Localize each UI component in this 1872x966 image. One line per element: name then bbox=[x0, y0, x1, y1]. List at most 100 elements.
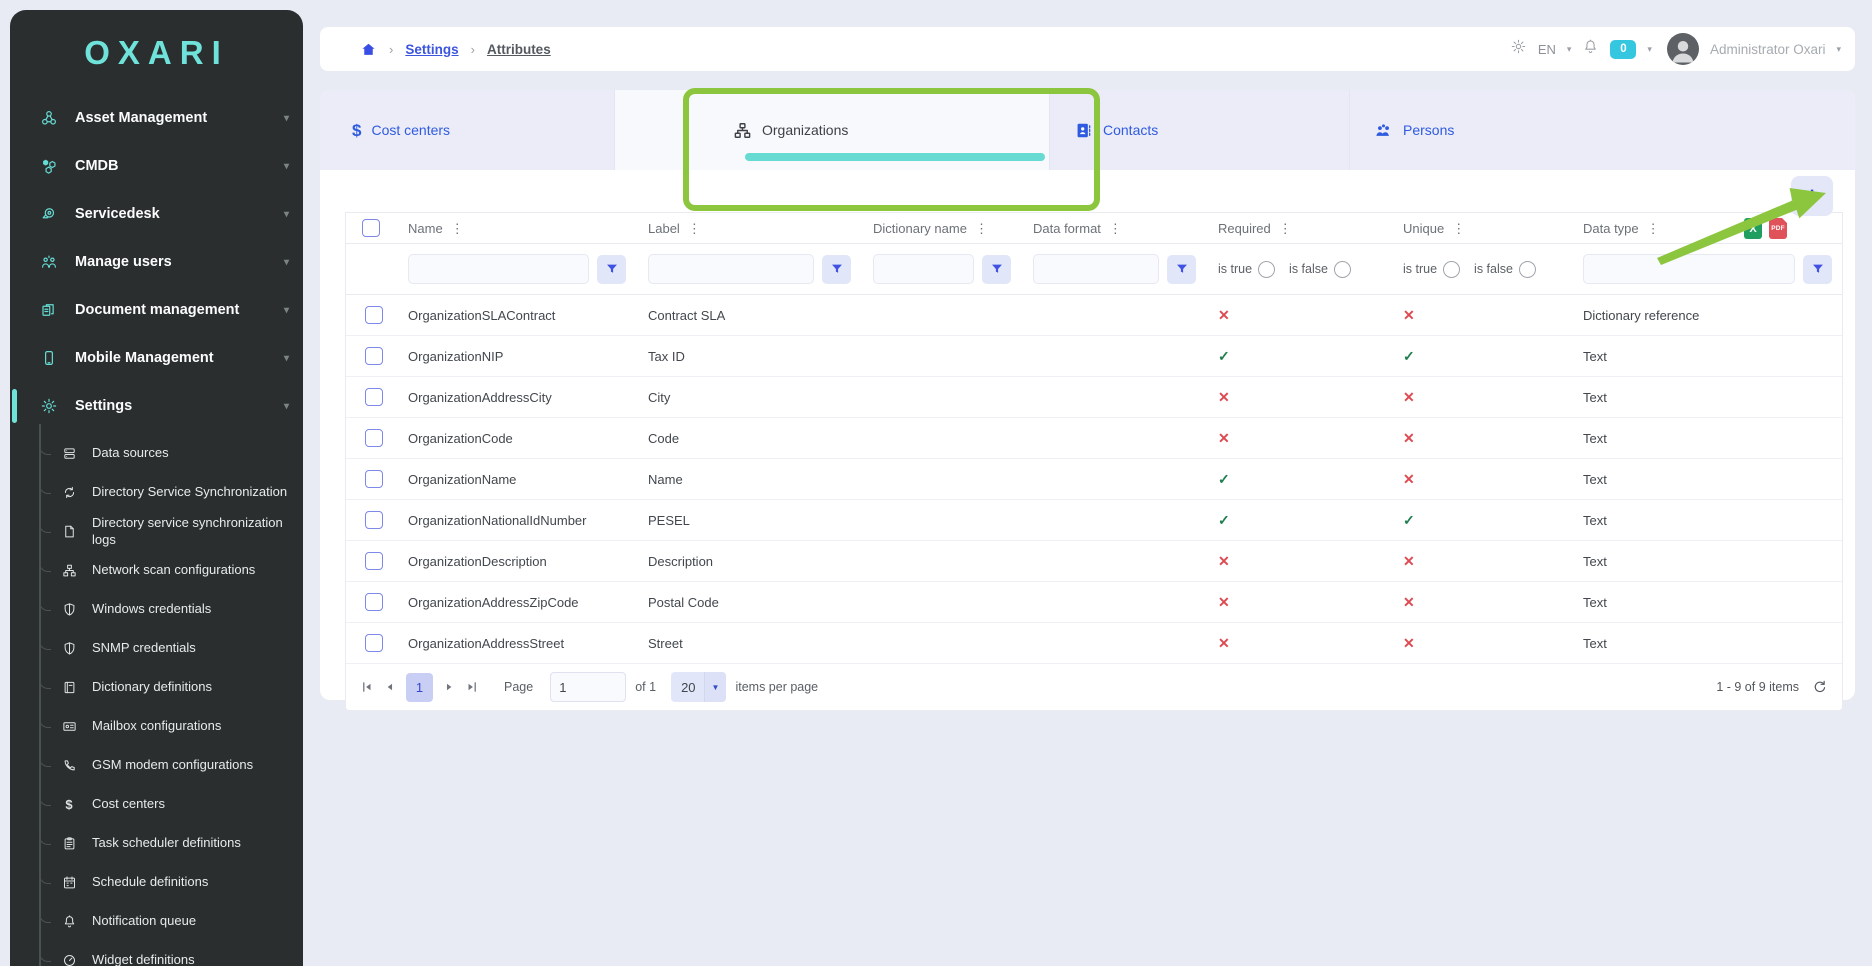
radio-is-true[interactable] bbox=[1443, 261, 1460, 278]
language-selector[interactable]: EN bbox=[1538, 42, 1556, 57]
notifications-bell-icon[interactable] bbox=[1582, 38, 1599, 60]
column-header-data-format[interactable]: Data format ⋮ bbox=[1021, 221, 1206, 236]
avatar[interactable] bbox=[1667, 33, 1699, 65]
column-menu-icon[interactable]: ⋮ bbox=[1647, 222, 1660, 235]
table-row[interactable]: OrganizationName Name ✓ ✕ Text bbox=[346, 459, 1842, 500]
notification-badge: 0 bbox=[1610, 40, 1636, 59]
row-checkbox[interactable] bbox=[365, 634, 383, 652]
chevron-down-icon[interactable]: ▾ bbox=[1836, 44, 1841, 55]
filter-input-name[interactable] bbox=[408, 254, 589, 284]
sidebar-item-snmp-credentials[interactable]: SNMP credentials bbox=[10, 629, 303, 668]
filter-button[interactable] bbox=[1167, 255, 1196, 284]
row-checkbox[interactable] bbox=[365, 470, 383, 488]
next-page-button[interactable] bbox=[442, 680, 456, 694]
row-checkbox[interactable] bbox=[365, 511, 383, 529]
filter-button[interactable] bbox=[982, 255, 1011, 284]
sidebar-item-widget-definitions[interactable]: Widget definitions bbox=[10, 941, 303, 966]
row-checkbox[interactable] bbox=[365, 552, 383, 570]
page-1-button[interactable]: 1 bbox=[406, 673, 433, 702]
radio-is-false[interactable] bbox=[1519, 261, 1536, 278]
breadcrumb-current-attributes[interactable]: Attributes bbox=[487, 42, 551, 57]
column-header-unique[interactable]: Unique ⋮ bbox=[1391, 221, 1571, 236]
table-row[interactable]: OrganizationAddressStreet Street ✕ ✕ Tex… bbox=[346, 623, 1842, 664]
bell-icon bbox=[1582, 38, 1599, 55]
radio-is-false[interactable] bbox=[1334, 261, 1351, 278]
tab-cost-centers[interactable]: $ Cost centers bbox=[320, 90, 615, 170]
sidebar-item-mailbox-configurations[interactable]: Mailbox configurations bbox=[10, 707, 303, 746]
table-row[interactable]: OrganizationNationalIdNumber PESEL ✓ ✓ T… bbox=[346, 500, 1842, 541]
home-icon[interactable] bbox=[360, 41, 377, 58]
column-header-required[interactable]: Required ⋮ bbox=[1206, 221, 1391, 236]
tab-persons[interactable]: Persons bbox=[1350, 90, 1855, 170]
filter-input-data-format[interactable] bbox=[1033, 254, 1159, 284]
row-checkbox[interactable] bbox=[365, 388, 383, 406]
column-menu-icon[interactable]: ⋮ bbox=[1109, 222, 1122, 235]
row-checkbox[interactable] bbox=[365, 429, 383, 447]
filter-input-data-type[interactable] bbox=[1583, 254, 1795, 284]
sidebar-item-asset-management[interactable]: Asset Management ▾ bbox=[10, 94, 303, 142]
column-menu-icon[interactable]: ⋮ bbox=[451, 222, 464, 235]
table-row[interactable]: OrganizationDescription Description ✕ ✕ … bbox=[346, 541, 1842, 582]
cross-icon: ✕ bbox=[1403, 471, 1415, 487]
radio-is-true[interactable] bbox=[1258, 261, 1275, 278]
table-row[interactable]: OrganizationCode Code ✕ ✕ Text bbox=[346, 418, 1842, 459]
sidebar-item-mobile-management[interactable]: Mobile Management ▾ bbox=[10, 334, 303, 382]
sidebar-item-cost-centers[interactable]: $ Cost centers bbox=[10, 785, 303, 824]
sidebar-item-notification-queue[interactable]: Notification queue bbox=[10, 902, 303, 941]
settings-gear-icon[interactable] bbox=[1510, 38, 1527, 60]
last-page-button[interactable] bbox=[465, 680, 479, 694]
sidebar-item-servicedesk[interactable]: Servicedesk ▾ bbox=[10, 190, 303, 238]
filter-button[interactable] bbox=[1803, 255, 1832, 284]
chevron-down-icon[interactable]: ▾ bbox=[1647, 44, 1652, 55]
row-checkbox[interactable] bbox=[365, 306, 383, 324]
sidebar-item-directory-service-synchronization-logs[interactable]: Directory service synchronization logs bbox=[10, 512, 303, 551]
avatar-person-icon bbox=[1668, 35, 1698, 65]
prev-page-button[interactable] bbox=[383, 680, 397, 694]
add-attribute-button[interactable]: + bbox=[1791, 176, 1833, 216]
export-excel-icon[interactable]: X bbox=[1744, 218, 1762, 239]
sidebar-item-schedule-definitions[interactable]: Schedule definitions bbox=[10, 863, 303, 902]
pagination-bar: 1 Page of 1 20 ▼ items per page 1 - 9 of… bbox=[345, 664, 1843, 711]
page-size-select[interactable]: 20 ▼ bbox=[671, 672, 726, 702]
sidebar-item-windows-credentials[interactable]: Windows credentials bbox=[10, 590, 303, 629]
app-window: OXARI Asset Management ▾ CMDB ▾ Serviced… bbox=[0, 0, 1872, 966]
refresh-icon[interactable] bbox=[1812, 679, 1828, 695]
column-header-data-type[interactable]: Data type ⋮ bbox=[1571, 221, 1842, 236]
filter-button[interactable] bbox=[822, 255, 851, 284]
column-menu-icon[interactable]: ⋮ bbox=[975, 222, 988, 235]
table-row[interactable]: OrganizationSLAContract Contract SLA ✕ ✕… bbox=[346, 295, 1842, 336]
sidebar-item-directory-service-synchronization[interactable]: Directory Service Synchronization bbox=[10, 473, 303, 512]
column-menu-icon[interactable]: ⋮ bbox=[688, 222, 701, 235]
sidebar-item-task-scheduler-definitions[interactable]: Task scheduler definitions bbox=[10, 824, 303, 863]
table-row[interactable]: OrganizationAddressZipCode Postal Code ✕… bbox=[346, 582, 1842, 623]
column-menu-icon[interactable]: ⋮ bbox=[1279, 222, 1292, 235]
breadcrumb-link-settings[interactable]: Settings bbox=[405, 42, 458, 57]
tab-organizations[interactable]: Organizations bbox=[615, 90, 1050, 170]
first-page-button[interactable] bbox=[360, 680, 374, 694]
sidebar-item-data-sources[interactable]: Data sources bbox=[10, 434, 303, 473]
export-pdf-icon[interactable]: PDF bbox=[1769, 218, 1787, 239]
column-header-name[interactable]: Name ⋮ bbox=[396, 221, 636, 236]
sidebar-item-network-scan-configurations[interactable]: Network scan configurations bbox=[10, 551, 303, 590]
column-menu-icon[interactable]: ⋮ bbox=[1452, 222, 1465, 235]
column-header-label[interactable]: Label ⋮ bbox=[636, 221, 861, 236]
sidebar-item-manage-users[interactable]: Manage users ▾ bbox=[10, 238, 303, 286]
sidebar-item-cmdb[interactable]: CMDB ▾ bbox=[10, 142, 303, 190]
column-header-dictionary-name[interactable]: Dictionary name ⋮ bbox=[861, 221, 1021, 236]
row-checkbox[interactable] bbox=[365, 593, 383, 611]
table-row[interactable]: OrganizationNIP Tax ID ✓ ✓ Text bbox=[346, 336, 1842, 377]
sidebar-item-settings[interactable]: Settings ▾ bbox=[10, 382, 303, 430]
sidebar-item-dictionary-definitions[interactable]: Dictionary definitions bbox=[10, 668, 303, 707]
chevron-down-icon[interactable]: ▾ bbox=[1567, 44, 1572, 55]
sidebar-item-gsm-modem-configurations[interactable]: GSM modem configurations bbox=[10, 746, 303, 785]
sidebar-item-document-management[interactable]: Document management ▾ bbox=[10, 286, 303, 334]
table-row[interactable]: OrganizationAddressCity City ✕ ✕ Text bbox=[346, 377, 1842, 418]
cell-label: Tax ID bbox=[636, 349, 861, 364]
filter-input-dictionary-name[interactable] bbox=[873, 254, 974, 284]
filter-input-label[interactable] bbox=[648, 254, 814, 284]
page-number-input[interactable] bbox=[550, 672, 626, 702]
filter-button[interactable] bbox=[597, 255, 626, 284]
tab-contacts[interactable]: Contacts bbox=[1050, 90, 1350, 170]
select-all-checkbox[interactable] bbox=[362, 219, 380, 237]
row-checkbox[interactable] bbox=[365, 347, 383, 365]
